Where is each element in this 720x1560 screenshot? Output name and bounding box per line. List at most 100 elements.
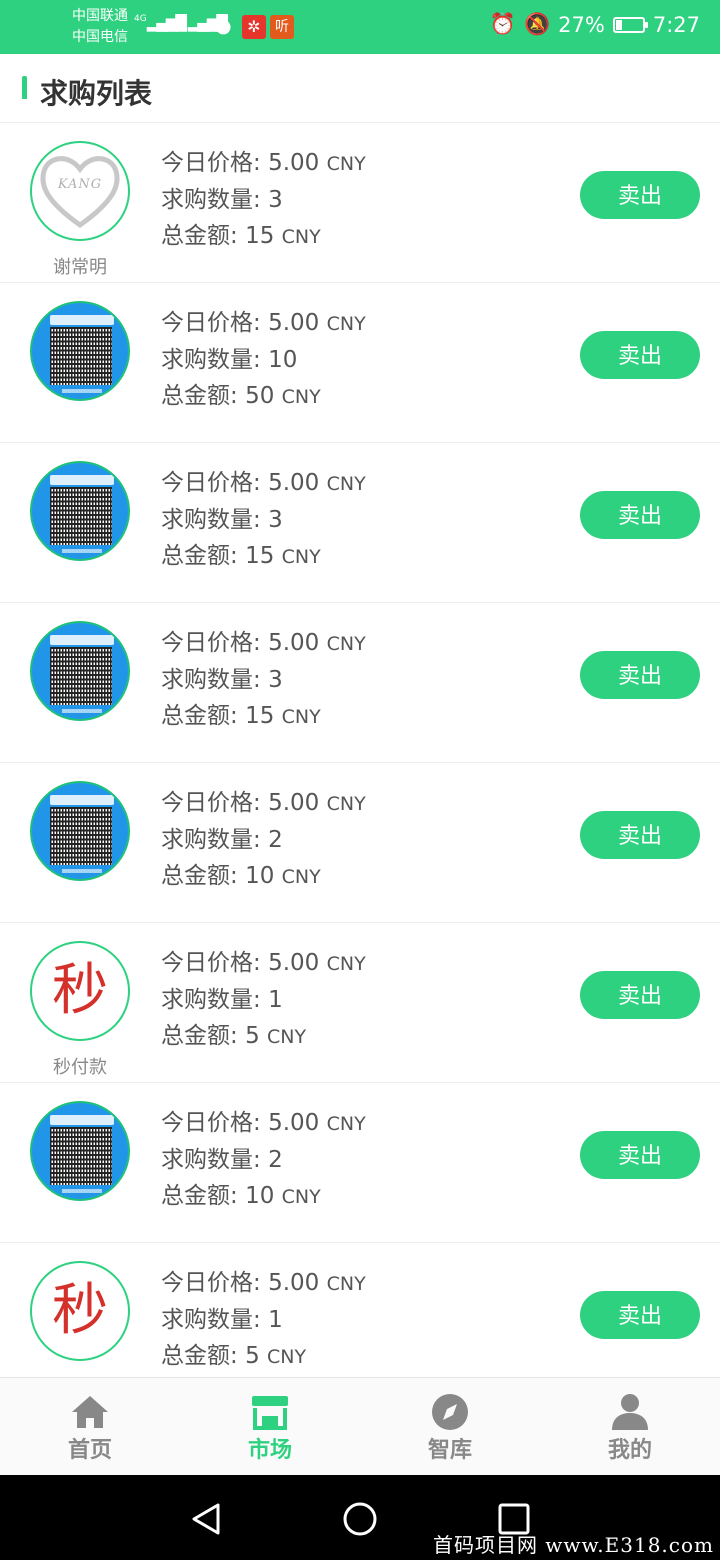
sell-button[interactable]: 卖出 [580,811,700,859]
order-row: 秒今日价格: 5.00 CNY 求购数量: 1 总金额: 5 CNY 卖出 [0,1243,720,1377]
sell-button[interactable]: 卖出 [580,331,700,379]
order-price-label: 今日价格: [161,630,269,656]
home-circle-icon[interactable] [340,1499,380,1539]
tab-mine-label: 我的 [607,1438,652,1463]
qr-header [50,1115,114,1125]
order-total-label: 总金额: [161,1343,246,1369]
avatar: 秒 [30,1261,130,1361]
qr-code-icon [50,327,112,385]
order-total-label: 总金额: [161,703,246,729]
order-total-line: 总金额: 15 CNY [161,218,366,255]
tab-think-tank-label: 智库 [427,1438,472,1463]
avatar-text: KANG [57,177,103,192]
currency-unit: CNY [281,226,321,248]
watermark: 首码项目网 www.E318.com [432,1533,714,1557]
order-price-label: 今日价格: [161,310,269,336]
currency-unit: CNY [281,1186,321,1208]
order-price-label: 今日价格: [161,150,269,176]
order-info: 今日价格: 5.00 CNY 求购数量: 10 总金额: 50 CNY [161,305,366,415]
home-icon [72,1396,108,1428]
compass-icon [432,1394,468,1430]
avatar: 秒 [30,941,130,1041]
order-info: 今日价格: 5.00 CNY 求购数量: 3 总金额: 15 CNY [161,145,366,255]
page-title: 求购列表 [40,77,153,110]
clock: 7:27 [652,12,700,37]
qr-header [50,795,114,805]
order-total-label: 总金额: [161,383,246,409]
tab-think-tank[interactable]: 智库 [360,1378,540,1476]
order-price-line: 今日价格: 5.00 CNY [161,305,366,342]
order-price-label: 今日价格: [161,950,269,976]
avatar-name: 谢常明 [53,257,107,278]
tab-market[interactable]: 市场 [180,1378,360,1476]
qr-code-icon [50,1127,112,1185]
order-qty-value: 3 [268,667,283,693]
currency-unit: CNY [267,1026,307,1048]
tab-mine[interactable]: 我的 [540,1378,720,1476]
order-price-value: 5.00 [268,310,320,336]
order-total-line: 总金额: 15 CNY [161,538,366,575]
qr-footer [62,709,102,713]
order-total-value: 50 [245,383,275,409]
order-qty-value: 2 [268,827,283,853]
sell-button[interactable]: 卖出 [580,971,700,1019]
wechat-icon: ● [215,15,232,37]
currency-unit: CNY [281,866,321,888]
title-accent-bar [22,76,27,104]
order-qty-line: 求购数量: 1 [161,1302,366,1338]
order-row: 今日价格: 5.00 CNY 求购数量: 3 总金额: 15 CNY 卖出 [0,603,720,763]
order-price-label: 今日价格: [161,1270,269,1296]
currency-unit: CNY [326,633,366,655]
store-icon [252,1396,288,1430]
order-qty-line: 求购数量: 3 [161,182,366,218]
sell-button[interactable]: 卖出 [580,1291,700,1339]
order-qty-value: 10 [268,347,298,373]
alarm-icon: ⏰ [489,12,516,36]
order-price-label: 今日价格: [161,790,269,816]
system-nav-bar: 首码项目网 www.E318.com [0,1475,720,1560]
qr-header [50,475,114,485]
order-row: 今日价格: 5.00 CNY 求购数量: 2 总金额: 10 CNY 卖出 [0,763,720,923]
sell-button[interactable]: 卖出 [580,1131,700,1179]
order-qty-label: 求购数量: [161,507,269,533]
order-qty-label: 求购数量: [161,827,269,853]
order-price-line: 今日价格: 5.00 CNY [161,465,366,502]
order-qty-value: 3 [268,507,283,533]
user-icon [612,1394,648,1430]
status-right: ⏰ 🔕 27% 7:27 [490,12,700,37]
order-price-line: 今日价格: 5.00 CNY [161,1265,366,1302]
order-total-label: 总金额: [161,223,246,249]
tab-home[interactable]: 首页 [0,1378,180,1476]
order-price-value: 5.00 [268,1270,320,1296]
order-list[interactable]: KANG 谢常明 今日价格: 5.00 CNY 求购数量: 3 总金额: 15 CNY 卖… [0,123,720,1377]
order-qty-line: 求购数量: 2 [161,822,366,858]
order-price-label: 今日价格: [161,470,269,496]
sell-button[interactable]: 卖出 [580,491,700,539]
order-qty-label: 求购数量: [161,1307,269,1333]
sell-button[interactable]: 卖出 [580,171,700,219]
qr-code-icon [50,807,112,865]
qr-code-icon [50,487,112,545]
order-price-line: 今日价格: 5.00 CNY [161,625,366,662]
back-icon[interactable] [186,1499,226,1539]
order-total-value: 10 [245,1183,275,1209]
order-qty-line: 求购数量: 2 [161,1142,366,1178]
order-total-value: 5 [245,1343,260,1369]
tab-market-label: 市场 [247,1438,292,1463]
order-price-label: 今日价格: [161,1110,269,1136]
order-price-value: 5.00 [268,630,320,656]
avatar [30,781,130,881]
order-total-line: 总金额: 15 CNY [161,698,366,735]
order-price-value: 5.00 [268,950,320,976]
order-total-value: 15 [245,703,275,729]
order-total-label: 总金额: [161,1183,246,1209]
order-total-line: 总金额: 5 CNY [161,1338,366,1375]
order-qty-value: 1 [268,987,283,1013]
tab-home-label: 首页 [67,1438,112,1463]
order-info: 今日价格: 5.00 CNY 求购数量: 3 总金额: 15 CNY [161,625,366,735]
battery-fill [615,19,622,30]
sell-button[interactable]: 卖出 [580,651,700,699]
order-row: 今日价格: 5.00 CNY 求购数量: 2 总金额: 10 CNY 卖出 [0,1083,720,1243]
order-qty-label: 求购数量: [161,987,269,1013]
listen-app-icon: 听 [270,15,294,39]
